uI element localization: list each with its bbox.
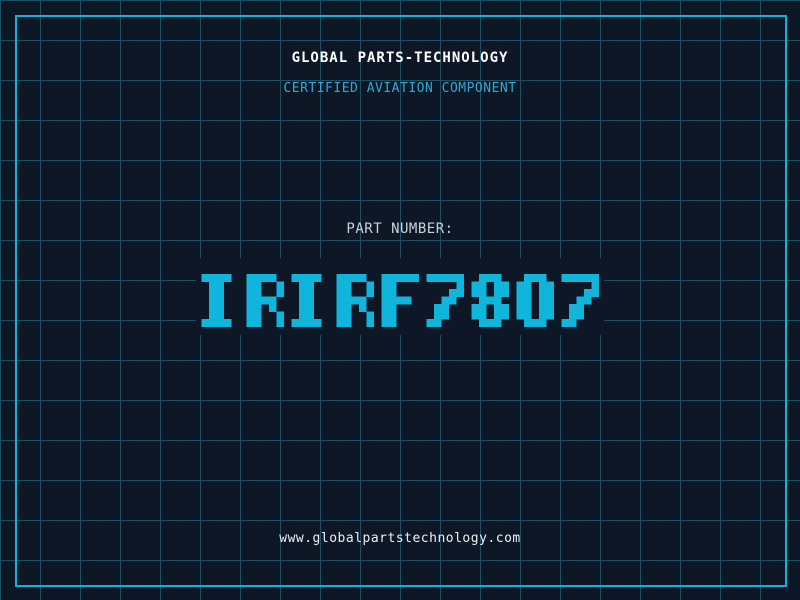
part-number-display bbox=[196, 258, 604, 335]
certification-tagline: CERTIFIED AVIATION COMPONENT bbox=[283, 81, 517, 96]
part-number-pixel-text bbox=[201, 274, 599, 327]
part-number-label: PART NUMBER: bbox=[346, 221, 454, 237]
company-name: GLOBAL PARTS-TECHNOLOGY bbox=[291, 50, 509, 66]
part-banner: GLOBAL PARTS-TECHNOLOGY CERTIFIED AVIATI… bbox=[0, 0, 800, 600]
website-url: www.globalpartstechnology.com bbox=[279, 531, 521, 546]
